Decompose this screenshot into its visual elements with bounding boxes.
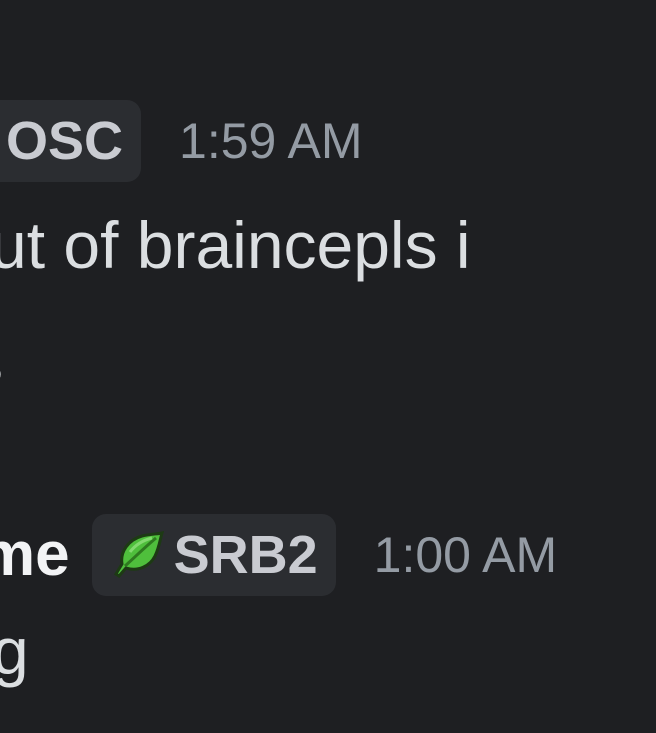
message-text: ut of braincepls i — [0, 208, 471, 282]
message-timestamp[interactable]: 1:59 AM — [179, 116, 362, 166]
chat-viewport: OSC 1:59 AM ut of braincepls i s me SRB2… — [0, 0, 656, 733]
role-tag-label: OSC — [6, 111, 124, 171]
role-tag[interactable]: OSC — [0, 100, 142, 182]
leaf-icon — [113, 530, 164, 578]
username[interactable]: me — [0, 524, 70, 586]
message-text: g — [0, 614, 29, 688]
role-tag-label: SRB2 — [173, 525, 318, 585]
message-timestamp[interactable]: 1:00 AM — [374, 530, 557, 580]
role-tag[interactable]: SRB2 — [91, 514, 336, 596]
message-header: OSC 1:59 AM — [0, 100, 362, 182]
message-header: me SRB2 1:00 AM — [0, 514, 557, 596]
message-text: s — [0, 328, 3, 394]
